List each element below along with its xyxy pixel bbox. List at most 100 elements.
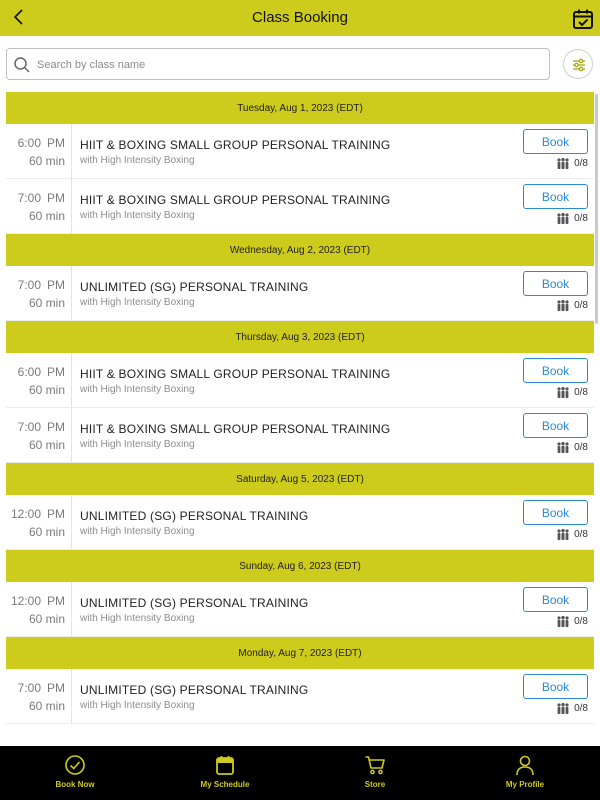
time-value: 7:00 (17, 191, 41, 205)
time-ampm: PM (47, 507, 65, 521)
studio-name: with High Intensity Boxing (80, 155, 195, 166)
day-date: Wednesday, Aug 2, 2023 (EDT) (229, 244, 371, 256)
time-column: 7:00 PM 60 min (6, 408, 72, 462)
search-icon (14, 57, 30, 73)
nav-store[interactable]: Store (300, 746, 450, 800)
time-value: 7:00 (17, 681, 41, 695)
people-icon (557, 442, 569, 453)
capacity-count: 0/8 (574, 387, 588, 398)
people-icon (557, 529, 569, 540)
time-value: 6:00 (17, 136, 41, 150)
time-ampm: PM (47, 594, 65, 608)
time-value: 7:00 (17, 278, 41, 292)
people-icon (557, 158, 569, 169)
people-icon (557, 300, 569, 311)
book-button[interactable]: Book (523, 413, 588, 438)
class-name: UNLIMITED (SG) PERSONAL TRAINING (80, 683, 309, 697)
nav-my-profile[interactable]: My Profile (450, 746, 600, 800)
session-row: 6:00 PM 60 min HIIT & BOXING SMALL GROUP … (6, 124, 594, 179)
book-button[interactable]: Book (523, 129, 588, 154)
day-header: Tuesday, Aug 1, 2023 (EDT) (6, 92, 594, 124)
session-time: 7:00 PM (18, 681, 65, 695)
session-time: 7:00 PM (18, 420, 65, 434)
session-time: 12:00 PM (11, 594, 65, 608)
session-duration: 60 min (28, 154, 65, 168)
scrollbar[interactable] (595, 94, 598, 324)
time-column: 7:00 PM 60 min (6, 266, 72, 320)
search-input[interactable] (37, 54, 537, 76)
capacity-count: 0/8 (574, 703, 588, 714)
book-button[interactable]: Book (523, 271, 588, 296)
bottom-nav: Book Now My Schedule Store My Profile (0, 746, 600, 800)
people-icon (557, 616, 569, 627)
session-time: 6:00 PM (18, 365, 65, 379)
capacity: 0/8 (556, 300, 588, 311)
people-icon (557, 213, 569, 224)
time-value: 12:00 (10, 594, 41, 608)
session-time: 7:00 PM (18, 278, 65, 292)
book-button[interactable]: Book (523, 674, 588, 699)
cart-icon (365, 756, 385, 775)
session-row: 6:00 PM 60 min HIIT & BOXING SMALL GROUP … (6, 353, 594, 408)
nav-label: My Schedule (200, 780, 250, 789)
session-time: 12:00 PM (11, 507, 65, 521)
session-duration: 60 min (28, 296, 65, 310)
capacity-count: 0/8 (574, 442, 588, 453)
capacity: 0/8 (556, 387, 588, 398)
book-button[interactable]: Book (523, 358, 588, 383)
people-icon (557, 703, 569, 714)
studio-name: with High Intensity Boxing (80, 613, 195, 624)
capacity: 0/8 (556, 616, 588, 627)
day-header: Wednesday, Aug 2, 2023 (EDT) (6, 234, 594, 266)
time-ampm: PM (47, 365, 65, 379)
session-row: 7:00 PM 60 min UNLIMITED (SG) PERSONAL TR… (6, 669, 594, 724)
studio-name: with High Intensity Boxing (80, 439, 195, 450)
time-value: 7:00 (17, 420, 41, 434)
studio-name: with High Intensity Boxing (80, 700, 195, 711)
session-row: 7:00 PM 60 min UNLIMITED (SG) PERSONAL TR… (6, 266, 594, 321)
class-name: HIIT & BOXING SMALL GROUP PERSONAL TRAIN… (80, 193, 391, 207)
session-time: 6:00 PM (18, 136, 65, 150)
book-button[interactable]: Book (523, 500, 588, 525)
book-button[interactable]: Book (523, 587, 588, 612)
capacity-count: 0/8 (574, 529, 588, 540)
class-name: HIIT & BOXING SMALL GROUP PERSONAL TRAIN… (80, 138, 391, 152)
capacity-count: 0/8 (574, 300, 588, 311)
time-column: 6:00 PM 60 min (6, 353, 72, 407)
studio-name: with High Intensity Boxing (80, 526, 195, 537)
studio-name: with High Intensity Boxing (80, 384, 195, 395)
day-header: Saturday, Aug 5, 2023 (EDT) (6, 463, 594, 495)
session-row: 7:00 PM 60 min HIIT & BOXING SMALL GROUP … (6, 408, 594, 463)
page-title: Class Booking (252, 9, 348, 26)
day-date: Sunday, Aug 6, 2023 (EDT) (239, 560, 361, 572)
class-name: HIIT & BOXING SMALL GROUP PERSONAL TRAIN… (80, 367, 391, 381)
nav-book-now[interactable]: Book Now (0, 746, 150, 800)
search-box[interactable] (6, 48, 550, 80)
session-duration: 60 min (28, 209, 65, 223)
user-icon (516, 755, 534, 776)
session-row: 12:00 PM 60 min UNLIMITED (SG) PERSONAL T… (6, 495, 594, 550)
nav-my-schedule[interactable]: My Schedule (150, 746, 300, 800)
day-date: Saturday, Aug 5, 2023 (EDT) (236, 473, 364, 485)
nav-label: My Profile (505, 780, 545, 789)
filter-button[interactable] (563, 49, 593, 79)
day-date: Tuesday, Aug 1, 2023 (EDT) (237, 102, 363, 114)
class-list[interactable]: Tuesday, Aug 1, 2023 (EDT) 6:00 PM 60 min… (0, 92, 600, 746)
calendar-check-icon[interactable] (572, 8, 594, 30)
session-time: 7:00 PM (18, 191, 65, 205)
class-name: HIIT & BOXING SMALL GROUP PERSONAL TRAIN… (80, 422, 391, 436)
session-row: 7:00 PM 60 min HIIT & BOXING SMALL GROUP … (6, 179, 594, 234)
day-date: Monday, Aug 7, 2023 (EDT) (238, 647, 362, 659)
capacity: 0/8 (556, 213, 588, 224)
session-duration: 60 min (28, 438, 65, 452)
time-value: 12:00 (10, 507, 41, 521)
day-header: Sunday, Aug 6, 2023 (EDT) (6, 550, 594, 582)
book-button[interactable]: Book (523, 184, 588, 209)
time-column: 12:00 PM 60 min (6, 582, 72, 636)
capacity-count: 0/8 (574, 616, 588, 627)
class-name: UNLIMITED (SG) PERSONAL TRAINING (80, 509, 309, 523)
time-column: 7:00 PM 60 min (6, 669, 72, 723)
session-duration: 60 min (28, 699, 65, 713)
day-header: Thursday, Aug 3, 2023 (EDT) (6, 321, 594, 353)
time-ampm: PM (47, 420, 65, 434)
